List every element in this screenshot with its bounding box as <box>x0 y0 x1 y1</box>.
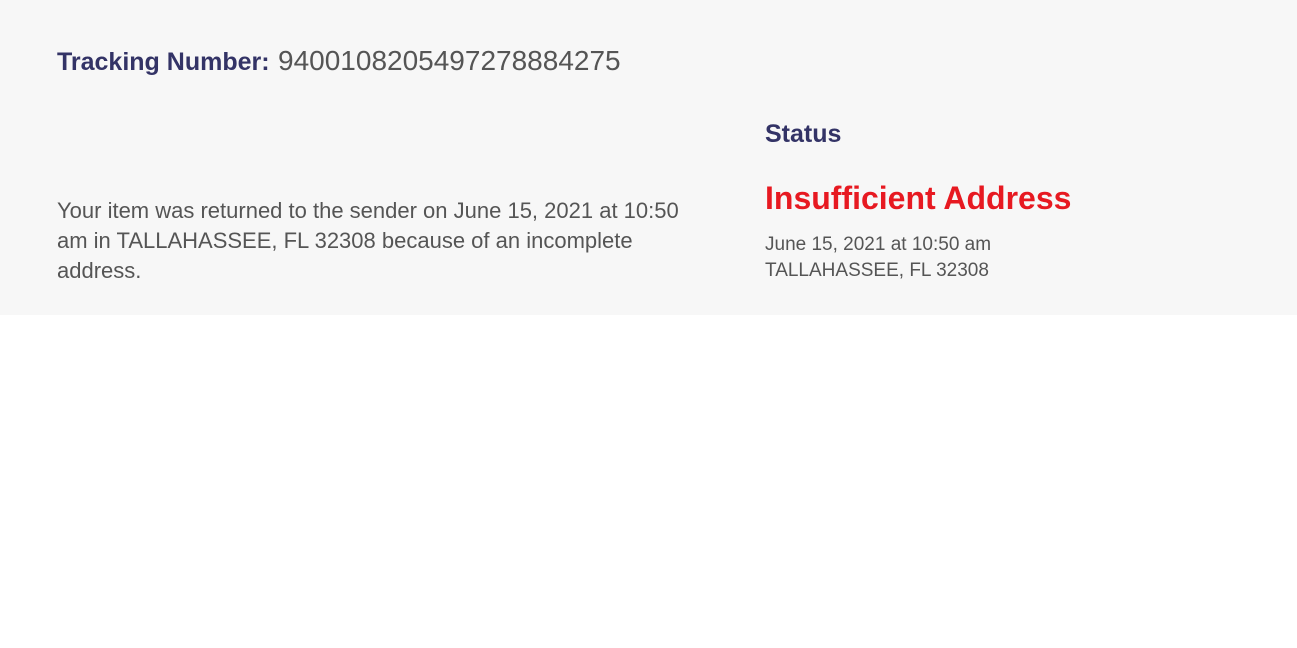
tracking-number-value[interactable]: 9400108205497278884275 <box>278 45 621 76</box>
status-location: TALLAHASSEE, FL 32308 <box>765 260 989 281</box>
status-description: Your item was returned to the sender on … <box>57 198 679 283</box>
tracking-number-row: Tracking Number: 9400108205497278884275 <box>57 44 621 83</box>
tracking-panel: Tracking Number: 9400108205497278884275 … <box>0 0 1297 315</box>
tracking-number-label: Tracking Number: <box>57 48 270 76</box>
status-heading: Status <box>765 120 842 148</box>
status-title: Insufficient Address <box>765 180 1072 216</box>
status-date: June 15, 2021 at 10:50 am <box>765 234 992 255</box>
